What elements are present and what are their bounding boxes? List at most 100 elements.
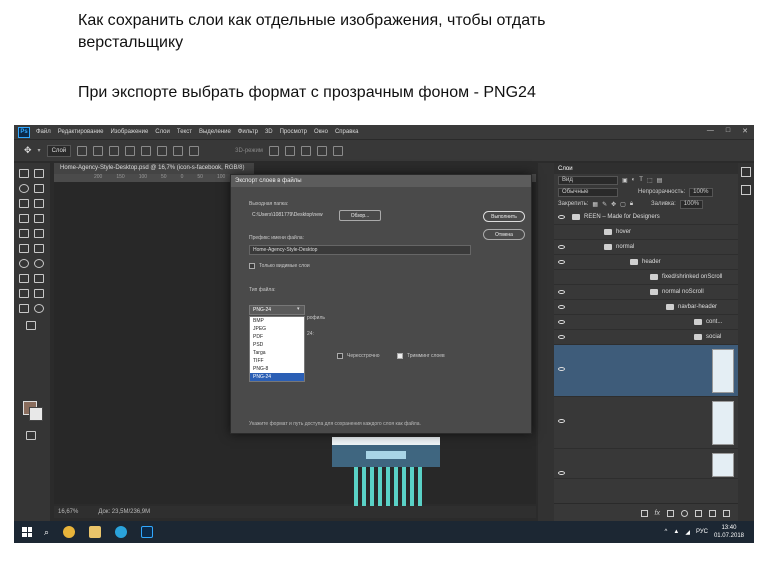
move-tool-icon[interactable]	[19, 169, 29, 178]
lock-move-icon[interactable]: ✥	[611, 201, 616, 208]
align-center-icon[interactable]	[93, 145, 104, 156]
shape-tool-icon[interactable]	[34, 289, 44, 298]
clock[interactable]: 13:40 01.07.2018	[714, 524, 744, 540]
blur-tool-icon[interactable]	[19, 259, 29, 268]
zoom-tool-icon[interactable]	[34, 304, 44, 313]
search-icon[interactable]: ⌕	[44, 527, 49, 538]
layer-row[interactable]: header	[554, 255, 738, 270]
chevron-down-icon[interactable]: ▾	[297, 306, 300, 312]
auto-select-dropdown[interactable]: Слой	[46, 144, 72, 157]
visibility-eye-icon[interactable]	[558, 245, 565, 249]
rotate-3d-icon[interactable]	[268, 145, 279, 156]
menu-image[interactable]: Изображение	[110, 129, 148, 135]
prefix-field[interactable]: Home-Agency-Style-Desktop	[249, 245, 471, 255]
windows-start-icon[interactable]	[22, 527, 32, 537]
minimize-button[interactable]: —	[707, 127, 714, 135]
menu-layers[interactable]: Слои	[155, 129, 170, 135]
browse-button[interactable]: Обзор...	[339, 210, 381, 221]
visibility-eye-icon[interactable]	[558, 367, 565, 371]
menu-help[interactable]: Справка	[335, 129, 359, 135]
marquee-tool-icon[interactable]	[34, 169, 44, 178]
adjustment-layer-icon[interactable]	[681, 510, 688, 517]
menu-select[interactable]: Выделение	[199, 129, 231, 135]
chevron-down-icon[interactable]: ▾	[38, 147, 41, 154]
align-middle-icon[interactable]	[141, 145, 152, 156]
stamp-tool-icon[interactable]	[19, 229, 29, 238]
menu-text[interactable]: Текст	[177, 129, 192, 135]
layers-tab[interactable]: Слои	[554, 163, 738, 174]
menu-edit[interactable]: Редактирование	[58, 129, 104, 135]
visibility-eye-icon[interactable]	[558, 419, 565, 423]
filetype-option[interactable]: PDF	[250, 333, 304, 341]
tray-arrow-icon[interactable]: ^	[665, 529, 668, 535]
visibility-eye-icon[interactable]	[558, 305, 565, 309]
pan-3d-icon[interactable]	[300, 145, 311, 156]
quick-select-icon[interactable]	[34, 184, 44, 193]
filetype-option[interactable]: Targa	[250, 349, 304, 357]
visibility-eye-icon[interactable]	[558, 215, 565, 219]
visibility-eye-icon[interactable]	[558, 471, 565, 475]
layer-row[interactable]	[554, 449, 738, 479]
quick-mask-icon[interactable]	[26, 431, 36, 440]
interlaced-checkbox[interactable]	[337, 353, 343, 359]
slide-3d-icon[interactable]	[316, 145, 327, 156]
align-left-icon[interactable]	[77, 145, 88, 156]
visibility-eye-icon[interactable]	[558, 260, 565, 264]
explorer-icon[interactable]	[89, 526, 102, 538]
scale-3d-icon[interactable]	[332, 145, 343, 156]
document-tab[interactable]: Home-Agency-Style-Desktop.psd @ 16,7% (i…	[54, 163, 254, 174]
roll-3d-icon[interactable]	[284, 145, 295, 156]
more-tools-icon[interactable]	[26, 321, 36, 330]
pen-tool-icon[interactable]	[34, 214, 44, 223]
crop-tool-icon[interactable]	[19, 214, 29, 223]
layer-row[interactable]: normal noScroll	[554, 285, 738, 300]
filter-pixel-icon[interactable]: ▣	[622, 177, 628, 184]
add-mask-icon[interactable]	[667, 510, 674, 517]
lock-brush-icon[interactable]: ✎	[602, 201, 607, 208]
brush-tool-icon[interactable]	[34, 199, 44, 208]
layer-row[interactable]: social	[554, 330, 738, 345]
opacity-field[interactable]: 100%	[689, 187, 713, 197]
filter-adjust-icon[interactable]: ◐	[632, 177, 636, 183]
filetype-option[interactable]: BMP	[250, 317, 304, 325]
fill-field[interactable]: 100%	[679, 199, 704, 209]
zoom-level[interactable]: 16,67%	[58, 509, 78, 515]
photoshop-taskbar-icon[interactable]	[141, 526, 154, 538]
filetype-option[interactable]: JPEG	[250, 325, 304, 333]
network-icon[interactable]: ▲	[673, 529, 679, 535]
filter-type-icon[interactable]: T	[639, 177, 643, 183]
visibility-eye-icon[interactable]	[558, 320, 565, 324]
type-tool-icon[interactable]	[34, 274, 44, 283]
align-top-icon[interactable]	[125, 145, 136, 156]
close-button[interactable]: ✕	[742, 127, 748, 135]
layer-row[interactable]: navbar-header	[554, 300, 738, 315]
eraser-tool-icon[interactable]	[19, 244, 29, 253]
layer-row[interactable]: normal	[554, 240, 738, 255]
chrome-icon[interactable]	[63, 526, 76, 538]
lasso-tool-icon[interactable]	[19, 184, 29, 193]
filetype-option-selected[interactable]: PNG-24	[250, 373, 304, 381]
layer-row[interactable]: fixed/shrinked onScroll	[554, 270, 738, 285]
lock-pixels-icon[interactable]: ▦	[592, 201, 598, 208]
keyboard-language[interactable]: РУС	[696, 529, 708, 535]
background-color-swatch[interactable]	[29, 407, 43, 421]
layer-filter-dropdown[interactable]: Вид	[558, 175, 618, 185]
filetype-option[interactable]: PNG-8	[250, 365, 304, 373]
visibility-eye-icon[interactable]	[558, 290, 565, 294]
run-button[interactable]: Выполнить	[483, 211, 525, 222]
history-brush-icon[interactable]	[34, 229, 44, 238]
new-group-icon[interactable]	[695, 510, 702, 517]
layers-panel-icon[interactable]	[741, 167, 751, 177]
trim-layers-checkbox[interactable]	[397, 353, 403, 359]
hand-tool-icon[interactable]	[19, 304, 29, 313]
new-layer-icon[interactable]	[709, 510, 716, 517]
lock-artboard-icon[interactable]: ▢	[620, 201, 626, 208]
menu-3d[interactable]: 3D	[265, 129, 273, 135]
fill-tool-icon[interactable]	[34, 244, 44, 253]
visibility-eye-icon[interactable]	[558, 335, 565, 339]
telegram-icon[interactable]	[115, 526, 128, 538]
align-bottom-icon[interactable]	[157, 145, 168, 156]
trash-icon[interactable]	[723, 510, 730, 517]
blend-mode-dropdown[interactable]: Обычные	[558, 187, 618, 197]
path-select-icon[interactable]	[19, 289, 29, 298]
